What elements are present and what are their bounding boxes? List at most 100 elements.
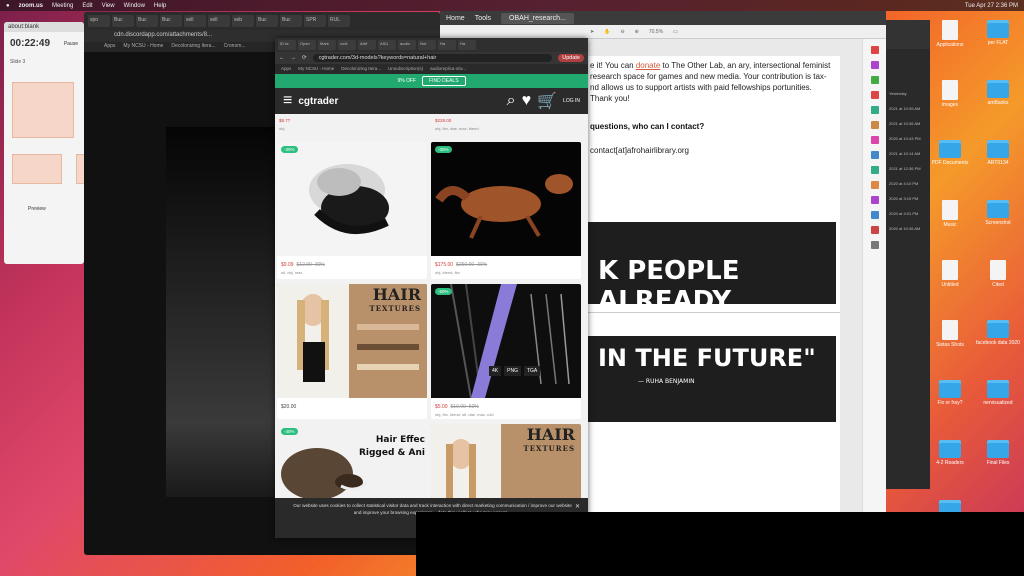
browser-tab[interactable]: zodi <box>338 40 356 50</box>
product-card[interactable]: -30% $9.09 $12.99 -30% stl, obj, max <box>277 142 427 279</box>
bookmark[interactable]: audioreplica-s/w... <box>430 66 466 72</box>
fill-sign-icon[interactable] <box>870 181 879 189</box>
browser-tab[interactable]: Buc <box>160 15 182 27</box>
desktop-icon[interactable]: Applications <box>924 20 976 48</box>
zoom-out-icon[interactable]: ⊖ <box>620 29 624 35</box>
browser-tab[interactable]: sell <box>184 15 206 27</box>
pause-button[interactable]: Pause <box>64 41 78 47</box>
desktop-icon[interactable]: amBanks <box>972 80 1024 106</box>
browser-tab[interactable]: spo <box>88 15 110 27</box>
menu-view[interactable]: View <box>102 3 115 9</box>
shield-icon[interactable] <box>870 211 879 219</box>
bookmark[interactable]: Apps <box>281 66 291 72</box>
edit-pdf-icon[interactable] <box>870 61 879 69</box>
product-card[interactable]: Hair Effec Rigged & Ani -40% <box>277 424 427 504</box>
back-icon[interactable]: ← <box>279 55 285 61</box>
desktop-icon[interactable]: Sistas Shots <box>924 320 976 348</box>
browser-tab[interactable]: RUL <box>328 15 350 27</box>
finder-date-item[interactable]: 2020 at 3:15 PM <box>886 194 930 203</box>
browser-tab[interactable]: Buc <box>280 15 302 27</box>
product-card[interactable]: HAIR TEXTURES $20.00 <box>277 284 427 419</box>
send-icon[interactable] <box>870 196 879 204</box>
browser-tab[interactable]: Ha <box>438 40 456 50</box>
bookmark[interactable]: Unsubscription(s) <box>388 66 423 72</box>
tab-tools[interactable]: Tools <box>475 15 491 22</box>
tab-home[interactable]: Home <box>446 15 465 22</box>
product-card[interactable]: -30% $175.00 $250.00 -30% obj, blend, fbx <box>431 142 581 279</box>
comment-icon[interactable]: ▭ <box>673 29 678 35</box>
desktop-icon[interactable]: Fix or fray? <box>924 380 976 406</box>
export-pdf-icon[interactable] <box>870 46 879 54</box>
create-pdf-icon[interactable] <box>870 76 879 84</box>
slide-thumbnail[interactable] <box>12 154 62 184</box>
slide-thumbnail[interactable] <box>76 154 84 184</box>
cgtrader-logo[interactable]: cgtrader <box>298 96 338 107</box>
notifications-icon[interactable]: ♥ <box>522 92 532 110</box>
product-image[interactable] <box>277 142 427 256</box>
cursor-icon[interactable]: ➤ <box>590 29 594 35</box>
browser-tab[interactable]: sell <box>208 15 230 27</box>
browser-tab[interactable]: SPR <box>304 15 326 27</box>
combine-icon[interactable] <box>870 121 879 129</box>
finder-date-item[interactable]: 2021 at 10:39 AM <box>886 104 930 113</box>
browser-tab[interactable]: Mark <box>318 40 336 50</box>
bookmark[interactable]: Decolonizing Itera... <box>171 43 215 51</box>
finder-date-item[interactable]: Yesterday <box>886 89 930 98</box>
stamp-icon[interactable] <box>870 226 879 234</box>
browser-tab[interactable]: ASU <box>378 40 396 50</box>
more-tools-icon[interactable] <box>870 241 879 249</box>
finder-date-item[interactable]: 2020 at 4:01 PM <box>886 209 930 218</box>
product-image[interactable]: HAIR TEXTURES <box>431 424 581 504</box>
tab-document[interactable]: OBAH_research... <box>501 12 574 24</box>
browser-tab[interactable]: Buc <box>136 15 158 27</box>
optimize-icon[interactable] <box>870 166 879 174</box>
update-button[interactable]: Update <box>558 54 584 62</box>
desktop-icon[interactable]: Untitled <box>924 260 976 288</box>
product-card[interactable]: 4K PNG TGA -50% $5.00 $10.00 -50% obj, fb… <box>431 284 581 419</box>
finder-date-item[interactable]: 2020 at 10:36 AM <box>886 224 930 233</box>
desktop-icon[interactable]: Cited <box>972 260 1024 288</box>
desktop-icon[interactable]: Music <box>924 200 976 228</box>
browser-tab[interactable]: Artif <box>358 40 376 50</box>
desktop-icon[interactable]: ART0134 <box>972 140 1024 166</box>
finder-date-item[interactable]: 2020 at 4:10 PM <box>886 179 930 188</box>
product-card[interactable]: HAIR TEXTURES <box>431 424 581 504</box>
desktop-icon[interactable]: PDF Documents <box>924 140 976 166</box>
menu-edit[interactable]: Edit <box>82 3 92 9</box>
protect-icon[interactable] <box>870 151 879 159</box>
organize-icon[interactable] <box>870 106 879 114</box>
bookmark[interactable]: Apps <box>104 43 115 51</box>
zoom-level[interactable]: 70.5% <box>649 29 663 35</box>
apple-icon[interactable]: ● <box>6 3 10 9</box>
desktop-icon[interactable]: 4-2 Readers <box>924 440 976 466</box>
menu-clock[interactable]: Tue Apr 27 2:36 PM <box>965 3 1018 9</box>
desktop-icon[interactable]: per FLAT <box>972 20 1024 46</box>
login-link[interactable]: LOG IN <box>563 98 580 104</box>
menu-window[interactable]: Window <box>124 3 145 9</box>
product-image[interactable]: 4K PNG TGA <box>431 284 581 399</box>
zoom-in-icon[interactable]: ⊕ <box>635 29 639 35</box>
desktop-icon[interactable]: Final Files <box>972 440 1024 466</box>
finder-date-item[interactable]: 2021 at 10:36 AM <box>886 119 930 128</box>
bookmark[interactable]: Decolonizing Itera... <box>341 66 381 72</box>
hamburger-menu-icon[interactable]: ≡ <box>283 92 292 110</box>
bookmark[interactable]: My NCSU - Home <box>123 43 163 51</box>
browser-tab[interactable]: Not <box>418 40 436 50</box>
hand-icon[interactable]: ✋ <box>604 29 610 35</box>
address-bar[interactable]: cgtrader.com/3d-models?keywords=natural+… <box>312 54 553 62</box>
browser-tab[interactable]: seb <box>232 15 254 27</box>
browser-tab[interactable]: ID ta <box>278 40 296 50</box>
reload-icon[interactable]: ⟳ <box>302 55 307 61</box>
product-image[interactable] <box>431 142 581 256</box>
browser-tab[interactable]: audio <box>398 40 416 50</box>
menu-help[interactable]: Help <box>154 3 166 9</box>
menu-meeting[interactable]: Meeting <box>52 3 73 9</box>
current-slide[interactable] <box>12 82 74 138</box>
finder-date-item[interactable]: 2021 at 10:14 AM <box>886 149 930 158</box>
browser-tab[interactable]: Buc <box>112 15 134 27</box>
desktop-icon[interactable]: Screenshot <box>972 200 1024 226</box>
bookmark[interactable]: My NCSU - Home <box>298 66 334 72</box>
close-icon[interactable]: ✕ <box>575 504 580 511</box>
desktop-icon[interactable]: facebook data 2020 <box>972 320 1024 346</box>
comment-tool-icon[interactable] <box>870 91 879 99</box>
